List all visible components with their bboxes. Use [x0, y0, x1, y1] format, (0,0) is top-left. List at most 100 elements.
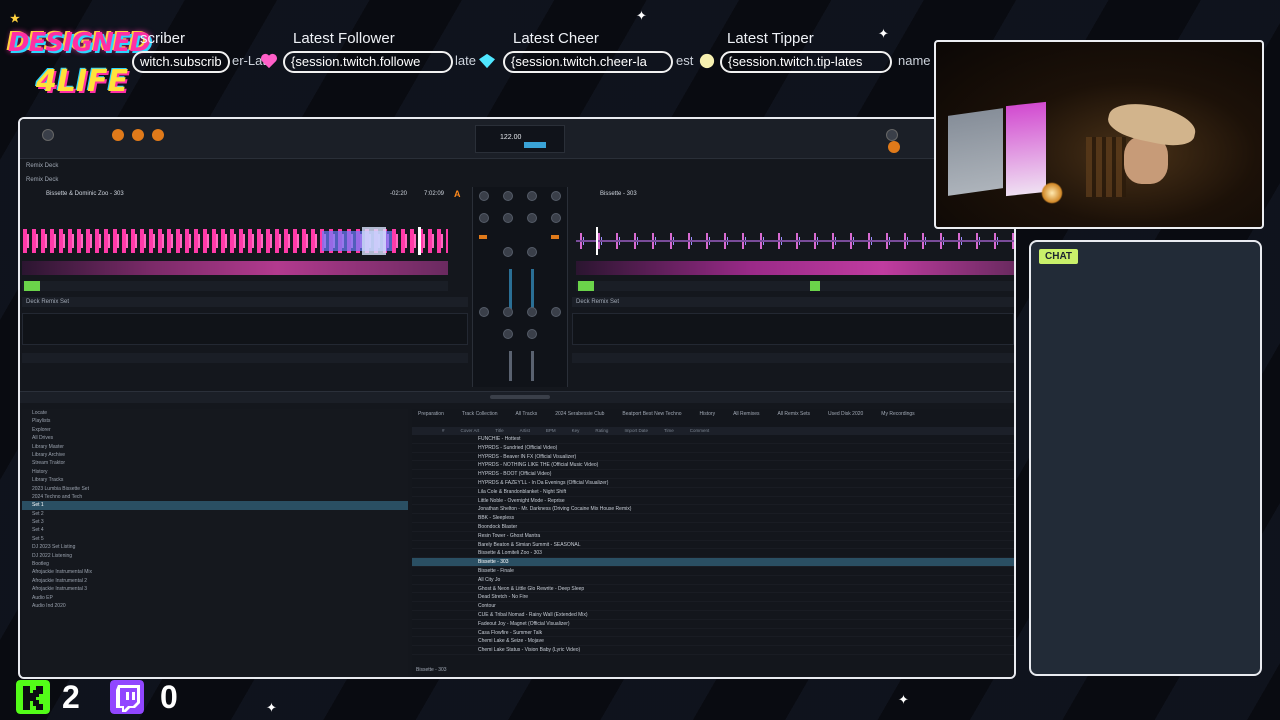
- table-row[interactable]: All City Jo: [412, 576, 1014, 585]
- channel-fader[interactable]: [531, 269, 534, 309]
- column-header-cell[interactable]: BPM: [546, 427, 556, 435]
- table-row[interactable]: HYPRDS - Beaver IN FX (Official Visualiz…: [412, 453, 1014, 462]
- filter-knob[interactable]: [527, 247, 537, 257]
- tree-item[interactable]: Afrojackie Instrumental Mix: [22, 568, 408, 576]
- eq-knob[interactable]: [503, 329, 513, 339]
- table-row[interactable]: Bissette & Lomiteli Zoo - 303: [412, 549, 1014, 559]
- column-header-cell[interactable]: #: [442, 427, 445, 435]
- tree-item[interactable]: Explorer: [22, 426, 408, 434]
- tree-item[interactable]: Audio EP: [22, 594, 408, 602]
- tree-item[interactable]: Playlists: [22, 417, 408, 425]
- deck-b-overview[interactable]: [576, 261, 1014, 275]
- deck-b-play-button[interactable]: [578, 281, 594, 291]
- table-row[interactable]: CUE & Tribal Nomad - Rainy Wall (Extende…: [412, 611, 1014, 620]
- table-row[interactable]: Casa Flowfire - Summer Talk: [412, 629, 1014, 638]
- channel-fader[interactable]: [509, 351, 512, 381]
- table-row[interactable]: FUNCHIE - Hottest: [412, 435, 1014, 444]
- fx-knob[interactable]: [112, 129, 124, 141]
- eq-knob[interactable]: [479, 191, 489, 201]
- column-header-cell[interactable]: Title: [495, 427, 503, 435]
- table-row[interactable]: Barely Beaton & Simian Summit - SEASONAL: [412, 541, 1014, 550]
- filter-knob[interactable]: [503, 247, 513, 257]
- tree-item[interactable]: 2023 Lumbia Bissette Set: [22, 485, 408, 493]
- browser-tab[interactable]: All Remixes: [733, 411, 759, 425]
- tree-item[interactable]: Set 4: [22, 526, 408, 534]
- table-row[interactable]: Boondock Blaster: [412, 523, 1014, 532]
- table-row[interactable]: Bissette - Finale: [412, 567, 1014, 576]
- column-header-cell[interactable]: Cover Art: [461, 427, 480, 435]
- table-row[interactable]: Jonathan Shelton - Mr. Darkness (Driving…: [412, 505, 1014, 515]
- tree-item[interactable]: Audio Ind 2020: [22, 602, 408, 610]
- eq-knob[interactable]: [527, 213, 537, 223]
- browser-tab[interactable]: All Tracks: [516, 411, 538, 425]
- column-header-cell[interactable]: Rating: [595, 427, 608, 435]
- eq-knob[interactable]: [479, 307, 489, 317]
- channel-fader[interactable]: [531, 351, 534, 381]
- eq-knob[interactable]: [503, 191, 513, 201]
- tree-item[interactable]: Set 2: [22, 510, 408, 518]
- tree-item[interactable]: Afrojackie Instrumental 3: [22, 585, 408, 593]
- table-row[interactable]: BBK - Sleepless: [412, 514, 1014, 523]
- column-header-cell[interactable]: Key: [572, 427, 580, 435]
- table-row[interactable]: Resin Tower - Ghost Mantra: [412, 532, 1014, 541]
- browser-tab[interactable]: All Remix Sets: [777, 411, 810, 425]
- eq-knob[interactable]: [503, 307, 513, 317]
- column-header-cell[interactable]: Time: [664, 427, 674, 435]
- gain-knob[interactable]: [42, 129, 54, 141]
- eq-knob[interactable]: [527, 191, 537, 201]
- table-row[interactable]: Fadeout Joy - Magnet (Official Visualize…: [412, 620, 1014, 629]
- column-header-cell[interactable]: Comment: [690, 427, 710, 435]
- tree-item[interactable]: DJ 2023 Set Listing: [22, 543, 408, 551]
- tree-item[interactable]: Library Archive: [22, 451, 408, 459]
- eq-knob[interactable]: [503, 213, 513, 223]
- browser-tab[interactable]: My Recordings: [881, 411, 914, 425]
- table-row[interactable]: Little Noble - Overnight Mode - Reprise: [412, 497, 1014, 506]
- eq-knob[interactable]: [551, 307, 561, 317]
- tree-item[interactable]: DJ 2022 Listening: [22, 552, 408, 560]
- table-row[interactable]: Ghost & Neon & Little Glo Rewrite - Deep…: [412, 585, 1014, 594]
- deck-a-waveform[interactable]: [22, 225, 448, 257]
- browser-tab[interactable]: Preparation: [418, 411, 444, 425]
- browser-tab[interactable]: 2024 Serabessie Club: [555, 411, 604, 425]
- eq-knob[interactable]: [551, 213, 561, 223]
- eq-knob[interactable]: [551, 191, 561, 201]
- browser-tab[interactable]: Beatport Best New Techno: [622, 411, 681, 425]
- tree-item[interactable]: Set 1: [22, 501, 408, 510]
- tree-item[interactable]: Library Master: [22, 443, 408, 451]
- fx-knob[interactable]: [888, 141, 900, 153]
- table-row[interactable]: Chemi Lake & Seize - Mojave: [412, 637, 1014, 647]
- eq-knob[interactable]: [479, 213, 489, 223]
- eq-knob[interactable]: [527, 307, 537, 317]
- table-row[interactable]: Lila Cole & Brandonblanket - Night Shift: [412, 488, 1014, 497]
- tree-item[interactable]: Library Tracks: [22, 476, 408, 484]
- browser-tab[interactable]: Used Disk 2020: [828, 411, 863, 425]
- gain-knob[interactable]: [886, 129, 898, 141]
- deck-d-slots[interactable]: [572, 313, 1014, 345]
- table-row[interactable]: HYPRDS - NOTHING LIKE THE (Official Musi…: [412, 461, 1014, 471]
- tree-item[interactable]: Stream Traktor: [22, 459, 408, 467]
- deck-b-sync-button[interactable]: [810, 281, 820, 291]
- tree-item[interactable]: Bootleg: [22, 560, 408, 568]
- table-row[interactable]: Contour: [412, 602, 1014, 611]
- column-header-cell[interactable]: Artist: [520, 427, 530, 435]
- tree-item[interactable]: Afrojackie Instrumental 2: [22, 577, 408, 585]
- crossfader[interactable]: [490, 395, 550, 399]
- tree-item[interactable]: All Drives: [22, 434, 408, 442]
- tree-item[interactable]: Locate: [22, 409, 408, 417]
- table-row[interactable]: HYPRDS & FAZEY'LL - In Da Evenings (Offi…: [412, 479, 1014, 488]
- fx-knob[interactable]: [152, 129, 164, 141]
- deck-b-waveform[interactable]: [576, 225, 1014, 257]
- cue-button[interactable]: [479, 235, 487, 239]
- table-row[interactable]: HYPRDS - BOOT (Official Video): [412, 470, 1014, 479]
- deck-a-overview[interactable]: [22, 261, 448, 275]
- deck-c-slots[interactable]: [22, 313, 468, 345]
- table-row[interactable]: Chemi Lake Status - Vision Baby (Lyric V…: [412, 646, 1014, 655]
- column-header-cell[interactable]: Import Date: [624, 427, 648, 435]
- channel-fader[interactable]: [509, 269, 512, 309]
- tree-item[interactable]: History: [22, 468, 408, 476]
- table-row[interactable]: HYPRDS - Sundried (Official Video): [412, 444, 1014, 453]
- table-row[interactable]: Dead Stretch - No Fire: [412, 593, 1014, 603]
- cue-button[interactable]: [551, 235, 559, 239]
- table-row[interactable]: Bissette - 303: [412, 558, 1014, 567]
- deck-a-play-button[interactable]: [24, 281, 40, 291]
